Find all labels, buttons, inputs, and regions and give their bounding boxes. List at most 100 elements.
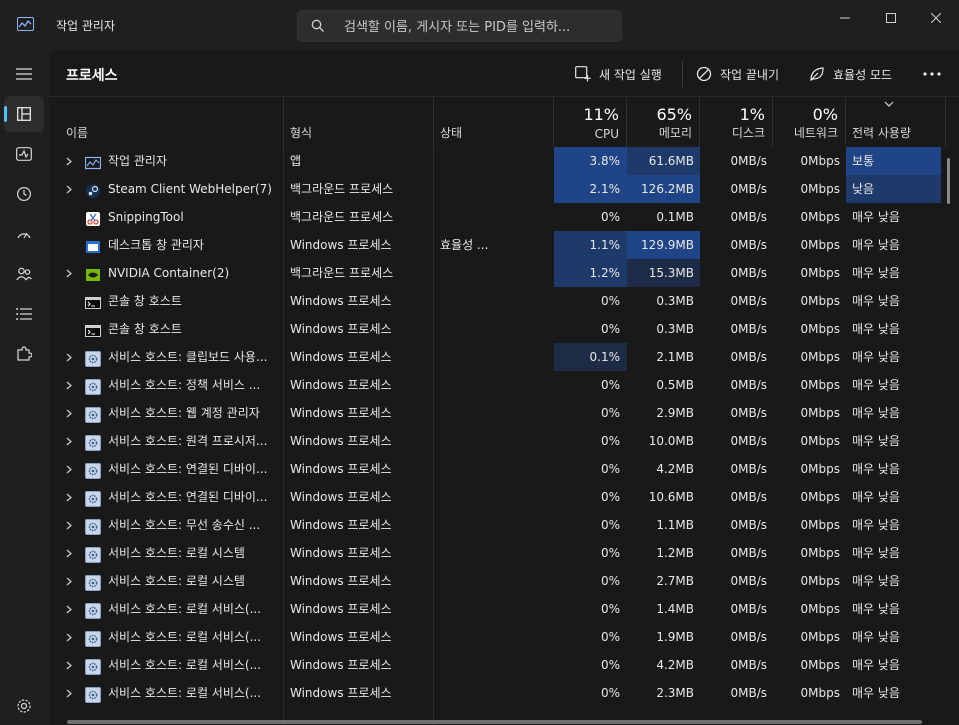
power-usage-value: 보통 xyxy=(846,147,941,175)
table-row[interactable]: 작업 관리자 앱 3.8% 61.6MB 0MB/s 0Mbps 보통 xyxy=(49,147,946,175)
table-row[interactable]: Steam Client WebHelper(7) 백그라운드 프로세스 2.1% 1… xyxy=(49,175,946,203)
maximize-button[interactable] xyxy=(868,4,914,32)
nav-details[interactable] xyxy=(4,296,44,332)
process-status xyxy=(440,147,555,175)
efficiency-mode-label: 효율성 모드 xyxy=(833,67,893,82)
column-header-name[interactable]: 이름 xyxy=(49,97,284,147)
column-header-network[interactable]: 0% 네트워크 xyxy=(773,97,846,147)
memory-value: 61.6MB xyxy=(627,147,700,175)
process-name-cell: 서비스 호스트: 연결된 디바이... xyxy=(49,483,283,511)
nav-users[interactable] xyxy=(4,256,44,292)
run-new-task-label: 새 작업 실행 xyxy=(599,67,662,82)
table-row[interactable]: 서비스 호스트: 로컬 서비스(... Windows 프로세스 0% 1.4MB 0M… xyxy=(49,595,946,623)
run-new-task-button[interactable]: 새 작업 실행 xyxy=(575,60,662,88)
table-row[interactable]: SnippingTool 백그라운드 프로세스 0% 0.1MB 0MB/s 0Mbps 매… xyxy=(49,203,946,231)
chevron-right-icon[interactable] xyxy=(66,689,72,698)
table-row[interactable]: 서비스 호스트: 연결된 디바이... Windows 프로세스 0% 10.6MB 0… xyxy=(49,483,946,511)
table-row[interactable]: 서비스 호스트: 연결된 디바이... Windows 프로세스 0% 4.2MB 0M… xyxy=(49,455,946,483)
nav-settings[interactable] xyxy=(4,688,44,724)
process-status xyxy=(440,259,555,287)
cpu-total-value: 11% xyxy=(583,105,619,124)
table-row[interactable]: 서비스 호스트: 로컬 서비스(... Windows 프로세스 0% 4.2MB 0M… xyxy=(49,651,946,679)
chevron-right-icon[interactable] xyxy=(66,269,72,278)
power-usage-value: 매우 낮음 xyxy=(846,231,941,259)
table-row[interactable]: 콘솔 창 호스트 Windows 프로세스 0% 0.3MB 0MB/s 0Mbps 매우 … xyxy=(49,315,946,343)
efficiency-mode-button[interactable]: 효율성 모드 xyxy=(809,60,892,88)
details-list-icon xyxy=(16,308,32,320)
console-icon xyxy=(85,321,101,337)
table-row[interactable]: 서비스 호스트: 로컬 시스템 Windows 프로세스 0% 1.2MB 0MB/s 0… xyxy=(49,539,946,567)
table-row[interactable]: 서비스 호스트: 무선 송수신 ... Windows 프로세스 0% 1.1MB 0M… xyxy=(49,511,946,539)
chevron-right-icon[interactable] xyxy=(66,577,72,586)
nav-startup-apps[interactable] xyxy=(4,216,44,252)
hamburger-menu-button[interactable] xyxy=(4,56,44,92)
more-options-button[interactable] xyxy=(921,64,943,84)
column-header-status[interactable]: 상태 xyxy=(434,97,554,147)
process-type: Windows 프로세스 xyxy=(290,490,392,504)
process-name: 서비스 호스트: 클립보드 사용... xyxy=(108,350,268,364)
table-row[interactable]: 서비스 호스트: 클립보드 사용... Windows 프로세스 0.1% 2.1MB… xyxy=(49,343,946,371)
table-row[interactable]: 서비스 호스트: 웹 계정 관리자 Windows 프로세스 0% 2.9MB 0MB/… xyxy=(49,399,946,427)
chevron-right-icon[interactable] xyxy=(66,185,72,194)
process-name: 서비스 호스트: 연결된 디바이... xyxy=(108,490,268,504)
table-row[interactable]: 데스크톱 창 관리자 Windows 프로세스 효율성 ... 1.1% 129.9MB… xyxy=(49,231,946,259)
nav-performance[interactable] xyxy=(4,136,44,172)
chevron-right-icon[interactable] xyxy=(66,437,72,446)
chevron-right-icon[interactable] xyxy=(66,605,72,614)
nvidia-icon xyxy=(85,265,101,281)
column-header-memory[interactable]: 65% 메모리 xyxy=(627,97,700,147)
table-row[interactable]: NVIDIA Container(2) 백그라운드 프로세스 1.2% 15.3MB 0… xyxy=(49,259,946,287)
process-status xyxy=(440,539,555,567)
nav-app-history[interactable] xyxy=(4,176,44,212)
column-header-cpu[interactable]: 11% CPU xyxy=(554,97,627,147)
table-row[interactable]: 서비스 호스트: 원격 프로시저... Windows 프로세스 0% 10.0MB 0… xyxy=(49,427,946,455)
memory-value: 2.3MB xyxy=(627,679,700,707)
close-button[interactable] xyxy=(913,4,959,32)
chevron-right-icon[interactable] xyxy=(66,521,72,530)
column-network-label: 네트워크 xyxy=(793,126,838,140)
table-row[interactable]: 서비스 호스트: 정책 서비스 ... Windows 프로세스 0% 0.5MB 0M… xyxy=(49,371,946,399)
chevron-right-icon[interactable] xyxy=(66,633,72,642)
column-header-disk[interactable]: 1% 디스크 xyxy=(700,97,773,147)
vertical-scrollbar[interactable] xyxy=(947,158,950,204)
table-row[interactable]: 서비스 호스트: 로컬 서비스(... Windows 프로세스 0% 1.9MB 0M… xyxy=(49,623,946,651)
horizontal-scrollbar[interactable] xyxy=(67,720,922,724)
column-memory-label: 메모리 xyxy=(658,126,692,140)
chevron-right-icon[interactable] xyxy=(66,381,72,390)
search-box[interactable] xyxy=(297,10,622,42)
table-row[interactable]: 서비스 호스트: 로컬 서비스(... Windows 프로세스 0% 2.3MB 0M… xyxy=(49,679,946,707)
cpu-value: 2.1% xyxy=(554,175,627,203)
table-header: 이름 형식 상태 11% CPU 65% 메모리 1% 디스크 0% 네트워크 … xyxy=(49,97,959,147)
memory-value: 0.1MB xyxy=(627,203,700,231)
disk-value: 0MB/s xyxy=(700,623,773,651)
network-value: 0Mbps xyxy=(773,539,846,567)
power-usage-value: 매우 낮음 xyxy=(846,399,941,427)
memory-value: 2.1MB xyxy=(627,343,700,371)
processes-page: 프로세스 새 작업 실행 작업 끝내기 효율성 모드 이름 형식 상태 11% xyxy=(49,50,959,725)
gear-icon xyxy=(85,601,101,619)
memory-value: 1.9MB xyxy=(627,623,700,651)
minimize-button[interactable] xyxy=(822,4,868,32)
nav-services[interactable] xyxy=(4,336,44,372)
chevron-right-icon[interactable] xyxy=(66,493,72,502)
table-row[interactable]: 콘솔 창 호스트 Windows 프로세스 0% 0.3MB 0MB/s 0Mbps 매우 … xyxy=(49,287,946,315)
table-row[interactable]: 서비스 호스트: 로컬 시스템 Windows 프로세스 0% 2.7MB 0MB/s 0… xyxy=(49,567,946,595)
process-status xyxy=(440,483,555,511)
process-status: 효율성 ... xyxy=(440,238,489,252)
column-header-power-usage[interactable]: 전력 사용량 xyxy=(846,97,946,147)
chevron-right-icon[interactable] xyxy=(66,465,72,474)
network-value: 0Mbps xyxy=(773,147,846,175)
chevron-right-icon[interactable] xyxy=(66,353,72,362)
chevron-right-icon[interactable] xyxy=(66,661,72,670)
cpu-value: 0% xyxy=(554,315,627,343)
console-icon xyxy=(85,293,101,309)
column-header-type[interactable]: 형식 xyxy=(284,97,434,147)
nav-processes[interactable] xyxy=(4,96,44,132)
search-input[interactable] xyxy=(344,18,614,36)
chevron-right-icon[interactable] xyxy=(66,409,72,418)
chevron-right-icon[interactable] xyxy=(66,157,72,166)
chevron-right-icon[interactable] xyxy=(66,549,72,558)
end-task-button[interactable]: 작업 끝내기 xyxy=(696,60,779,88)
cpu-value: 0% xyxy=(554,679,627,707)
process-table-body: 작업 관리자 앱 3.8% 61.6MB 0MB/s 0Mbps 보통 Steam Clien… xyxy=(49,147,946,725)
